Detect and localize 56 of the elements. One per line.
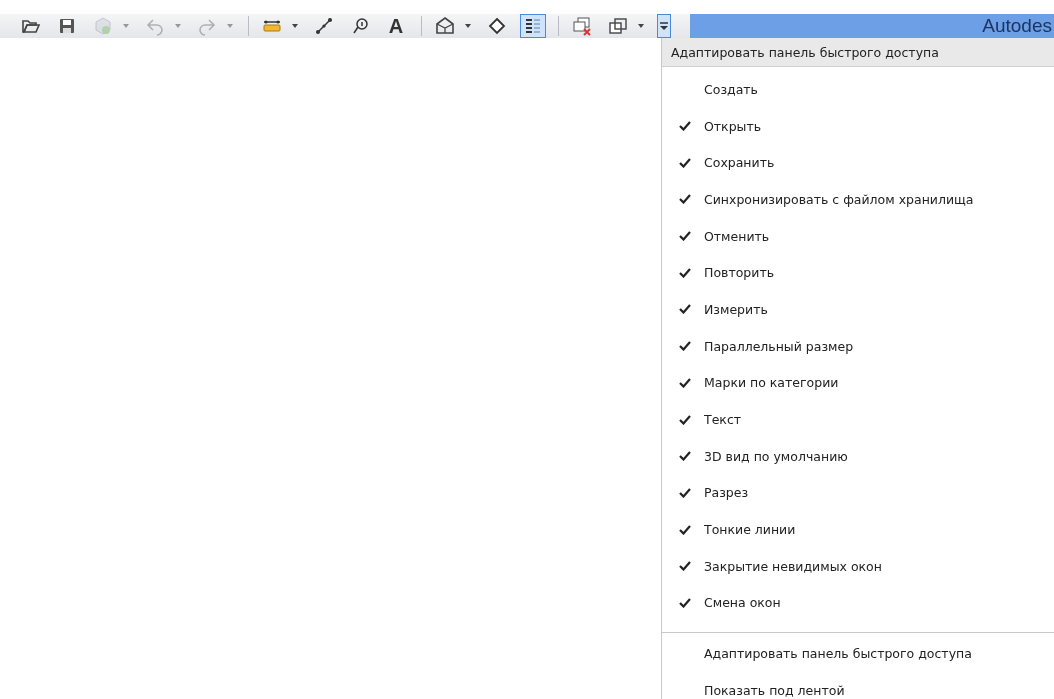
- caret-icon: [292, 24, 298, 28]
- menu-item-label: Открыть: [704, 118, 762, 134]
- text-tool-button[interactable]: A: [383, 14, 409, 38]
- menu-item-label: Адаптировать панель быстрого доступа: [704, 646, 972, 662]
- menu-item[interactable]: Открыть: [662, 107, 1054, 145]
- menu-item[interactable]: Разрез: [662, 474, 1054, 512]
- menu-item-label: Повторить: [704, 265, 775, 281]
- window-title: Autodes: [982, 15, 1052, 37]
- caret-icon: [638, 24, 644, 28]
- menu-item-label: Отменить: [704, 228, 770, 244]
- menu-item[interactable]: Показать под лентой: [662, 672, 1054, 699]
- dropdown-icon: [659, 19, 669, 33]
- menu-item-label: Тонкие линии: [704, 522, 796, 538]
- menu-item-label: Разрез: [704, 485, 749, 501]
- menu-item[interactable]: 3D вид по умолчанию: [662, 437, 1054, 475]
- menu-item-label: Текст: [704, 412, 742, 428]
- menu-item[interactable]: Тонкие линии: [662, 511, 1054, 548]
- house-icon: [435, 16, 455, 36]
- menu-item[interactable]: Смена окон: [662, 584, 1054, 622]
- menu-item[interactable]: Сохранить: [662, 144, 1054, 182]
- menu-item[interactable]: Марки по категории: [662, 364, 1054, 402]
- menu-item[interactable]: Адаптировать панель быстрого доступа: [662, 635, 1054, 672]
- menu-item-label: Сохранить: [704, 155, 775, 171]
- cube-icon: [93, 16, 113, 36]
- menu-item[interactable]: Создать: [662, 71, 1054, 108]
- undo-icon: [145, 16, 165, 36]
- menu-item[interactable]: Параллельный размер: [662, 327, 1054, 365]
- caret-icon: [227, 24, 233, 28]
- menu-item-label: Параллельный размер: [704, 338, 854, 354]
- menu-item[interactable]: Измерить: [662, 291, 1054, 328]
- windows-icon: [608, 16, 628, 36]
- menu-item-label: Показать под лентой: [704, 682, 845, 698]
- menu-item[interactable]: Повторить: [662, 254, 1054, 292]
- lines-icon: [523, 16, 543, 36]
- menu-item-label: Измерить: [704, 301, 768, 317]
- menu-header: Адаптировать панель быстрого доступа: [662, 38, 1054, 67]
- caret-icon: [123, 24, 129, 28]
- menu-item-label: Закрытие невидимых окон: [704, 558, 882, 574]
- toolbar-button[interactable]: [520, 14, 546, 38]
- windows-close-icon: [572, 16, 592, 36]
- menu-item-label: Создать: [704, 81, 758, 97]
- caret-icon: [465, 24, 471, 28]
- menu-item-label: 3D вид по умолчанию: [704, 448, 848, 464]
- tag-icon: [350, 16, 370, 36]
- diamond-icon: [487, 16, 507, 36]
- toolbar-button[interactable]: [657, 14, 671, 38]
- menu-item-label: Смена окон: [704, 595, 781, 611]
- measure-icon: [314, 16, 334, 36]
- menu-item[interactable]: Закрытие невидимых окон: [662, 547, 1054, 585]
- caret-icon: [175, 24, 181, 28]
- menu-item-label: Синхронизировать с файлом хранилища: [704, 191, 974, 207]
- redo-icon: [197, 16, 217, 36]
- menu-item[interactable]: Текст: [662, 401, 1054, 438]
- menu-item-label: Марки по категории: [704, 375, 839, 391]
- menu-item[interactable]: Отменить: [662, 217, 1054, 255]
- menu-item[interactable]: Синхронизировать с файлом хранилища: [662, 181, 1054, 218]
